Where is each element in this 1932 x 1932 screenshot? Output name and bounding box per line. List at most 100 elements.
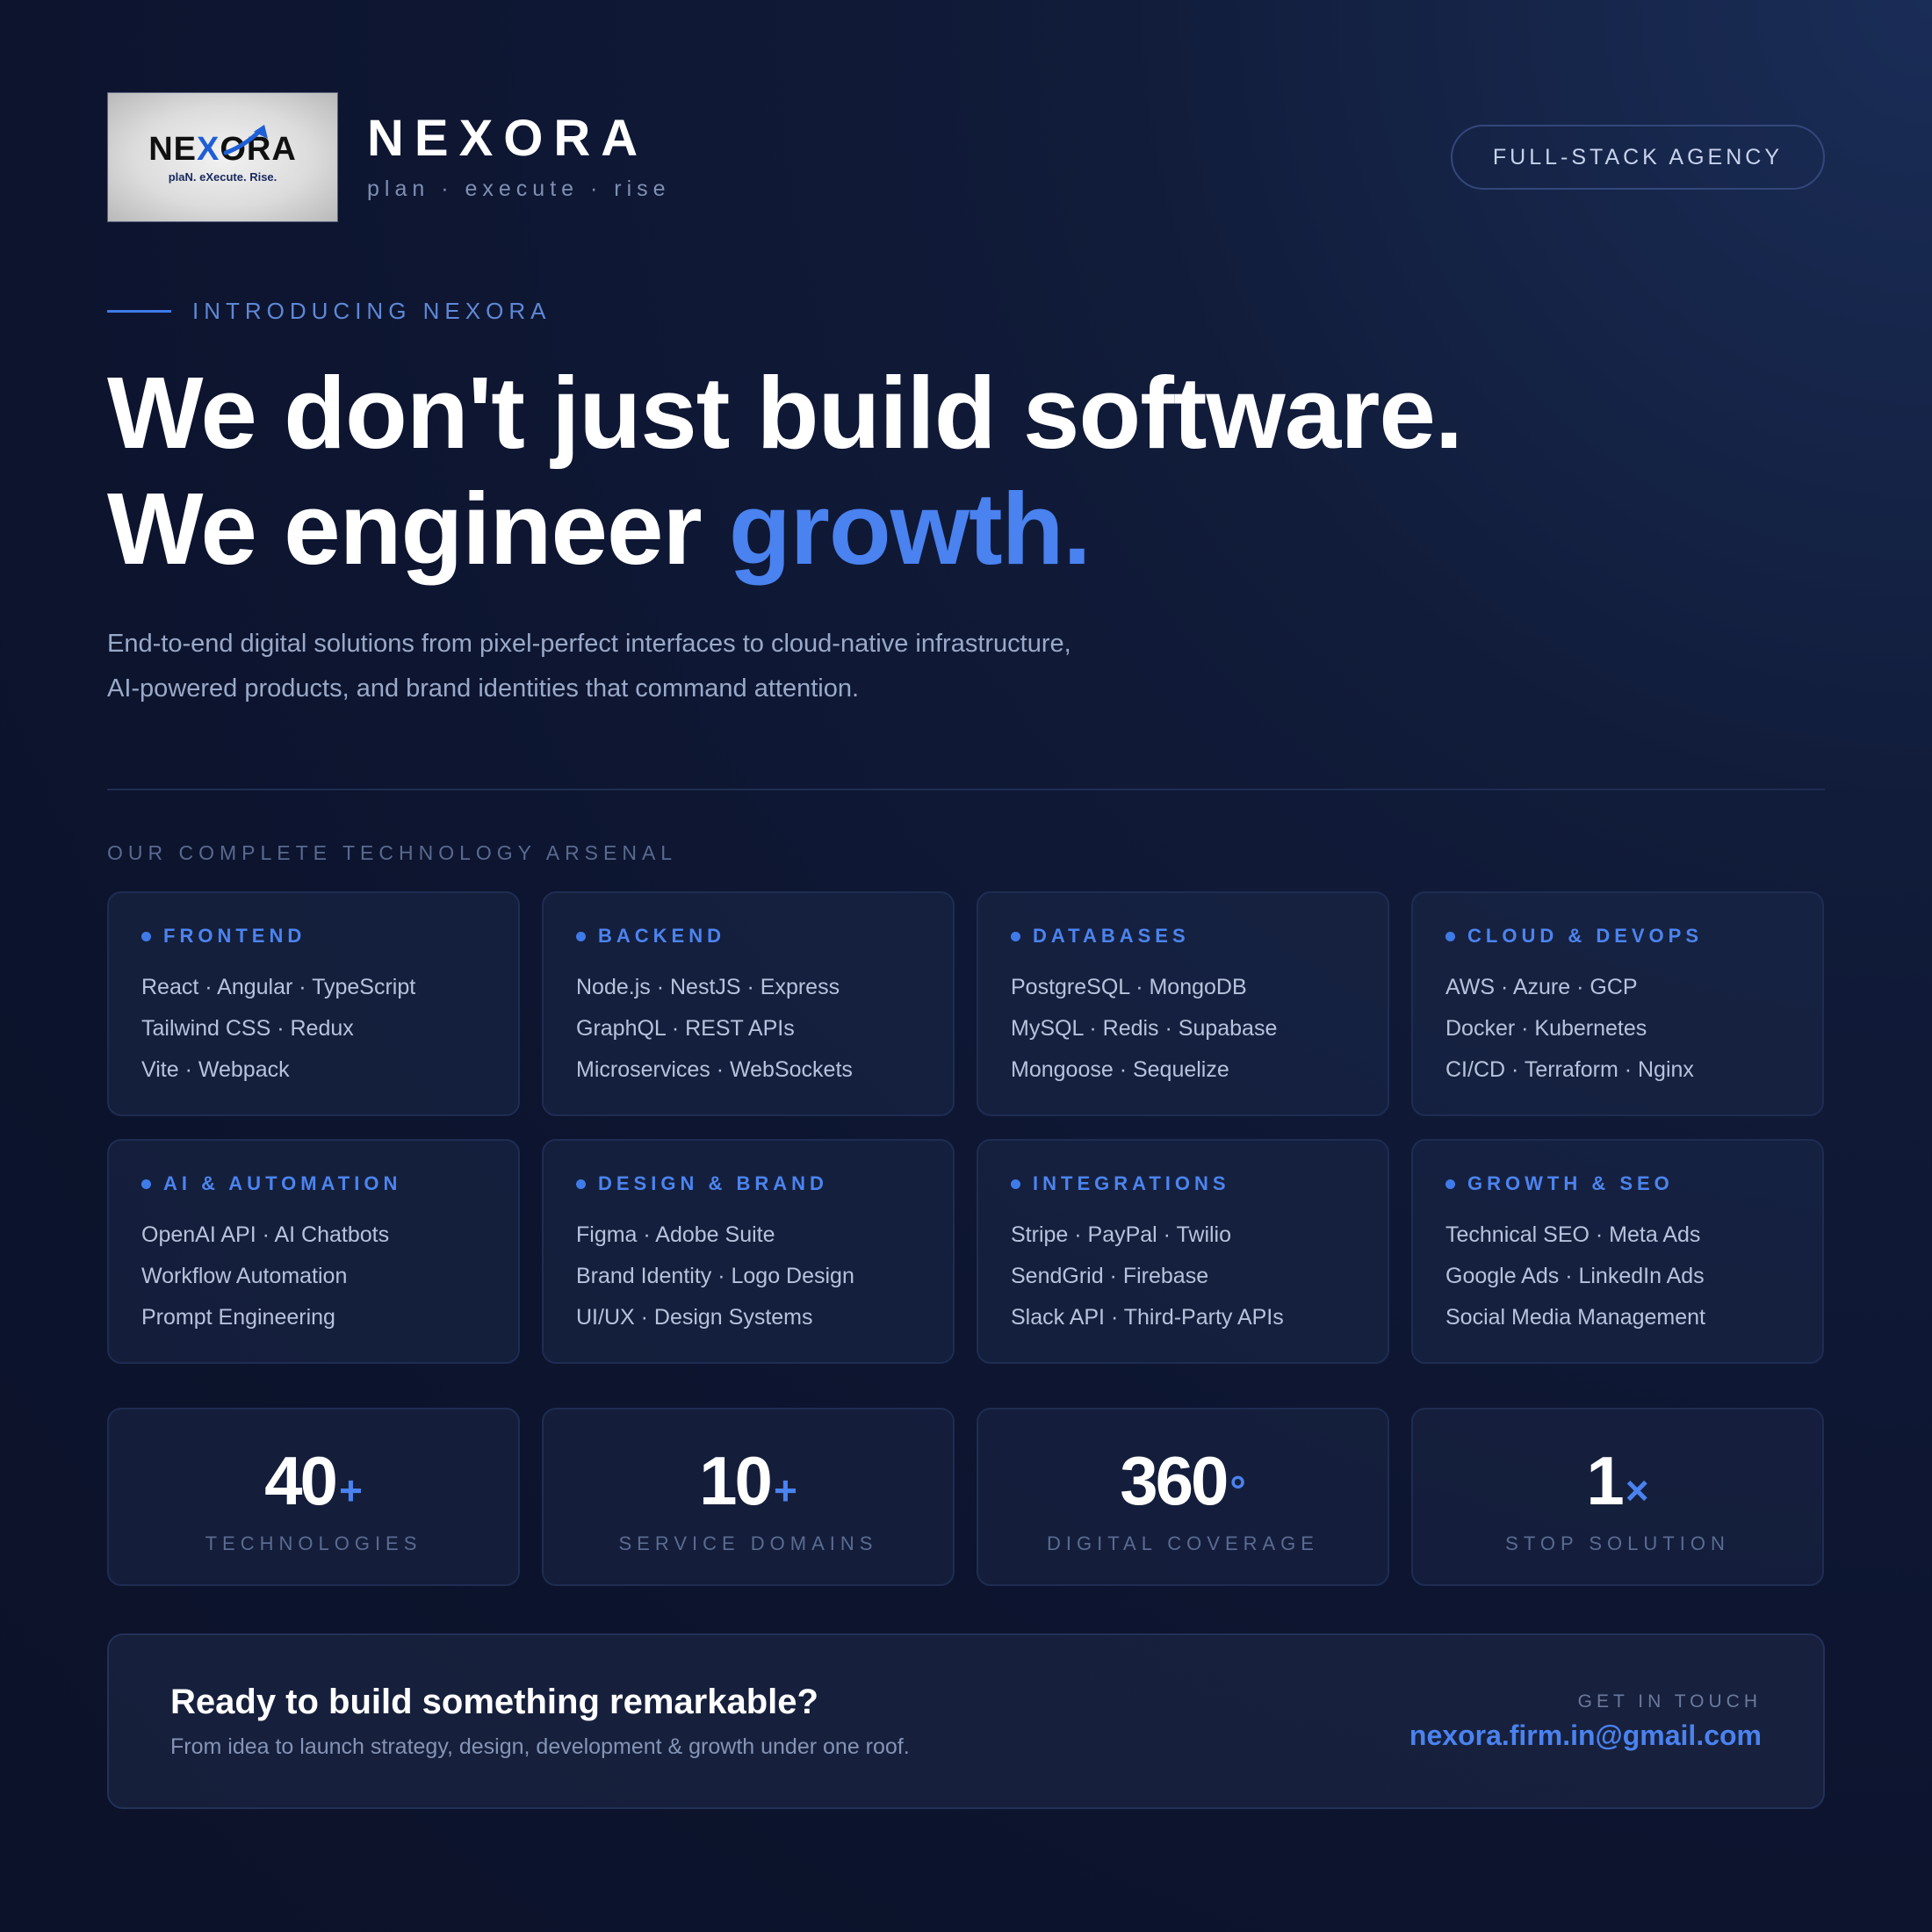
card-lines: Stripe · PayPal · Twilio SendGrid · Fire… <box>1011 1215 1388 1338</box>
stat-label: TECHNOLOGIES <box>205 1532 422 1554</box>
stat-value: 360 ° <box>1120 1442 1246 1519</box>
card-line: Google Ads · LinkedIn Ads <box>1445 1264 1705 1288</box>
stat-digital-coverage: 360 ° DIGITAL COVERAGE <box>977 1408 1389 1586</box>
card-line: PostgreSQL · MongoDB <box>1011 975 1247 999</box>
card-title: INTEGRATIONS <box>1011 1172 1388 1195</box>
logo[interactable]: NEXORA plaN. eXecute. Rise. <box>107 92 338 222</box>
card-line: Vite · Webpack <box>141 1057 290 1082</box>
cta-banner: Ready to build something remarkable? Fro… <box>107 1633 1825 1809</box>
tech-card-backend[interactable]: BACKEND Node.js · NestJS · Express Graph… <box>542 891 955 1116</box>
card-line: Docker · Kubernetes <box>1445 1016 1647 1041</box>
headline-line-1: We don't just build software. <box>107 356 1463 470</box>
card-title: DESIGN & BRAND <box>576 1172 953 1195</box>
card-line: Tailwind CSS · Redux <box>141 1016 354 1041</box>
tech-card-cloud-devops[interactable]: CLOUD & DEVOPS AWS · Azure · GCP Docker … <box>1411 891 1824 1116</box>
stat-label: SERVICE DOMAINS <box>618 1532 878 1554</box>
card-line: Slack API · Third-Party APIs <box>1011 1305 1284 1330</box>
cta-subtitle: From idea to launch strategy, design, de… <box>170 1734 910 1759</box>
logo-tagline: plaN. eXecute. Rise. <box>168 170 278 184</box>
card-line: Brand Identity · Logo Design <box>576 1264 854 1288</box>
tech-card-growth-seo[interactable]: GROWTH & SEO Technical SEO · Meta Ads Go… <box>1411 1139 1824 1364</box>
card-line: Node.js · NestJS · Express <box>576 975 840 999</box>
dot-icon <box>141 1179 151 1189</box>
stat-suffix: + <box>773 1467 797 1513</box>
card-line: UI/UX · Design Systems <box>576 1305 813 1330</box>
tech-grid: FRONTEND React · Angular · TypeScript Ta… <box>107 891 1825 1364</box>
dot-icon <box>1011 931 1020 941</box>
dot-icon <box>1011 1179 1020 1189</box>
card-lines: Technical SEO · Meta Ads Google Ads · Li… <box>1445 1215 1822 1338</box>
cta-title: Ready to build something remarkable? <box>170 1683 818 1721</box>
card-line: MySQL · Redis · Supabase <box>1011 1016 1278 1041</box>
stat-label: STOP SOLUTION <box>1505 1532 1730 1554</box>
cta-text: Ready to build something remarkable? Fro… <box>170 1683 910 1760</box>
header: NEXORA plaN. eXecute. Rise. NEXORA plan … <box>107 92 1825 222</box>
card-title: FRONTEND <box>141 925 518 948</box>
stats-row: 40 + TECHNOLOGIES 10 + SERVICE DOMAINS 360… <box>107 1408 1825 1586</box>
card-line: Figma · Adobe Suite <box>576 1222 775 1247</box>
headline-line-2: We engineer growth. <box>107 472 1092 586</box>
card-line: Social Media Management <box>1445 1305 1705 1330</box>
brand[interactable]: NEXORA plaN. eXecute. Rise. NEXORA plan … <box>107 92 671 222</box>
card-lines: React · Angular · TypeScript Tailwind CS… <box>141 967 518 1091</box>
cta-contact: GET IN TOUCH nexora.firm.in@gmail.com <box>1409 1691 1762 1752</box>
stat-label: DIGITAL COVERAGE <box>1047 1532 1319 1554</box>
arrow-up-right-icon <box>223 125 268 155</box>
card-line: AWS · Azure · GCP <box>1445 975 1638 999</box>
divider <box>107 789 1825 790</box>
eyebrow-text: INTRODUCING NEXORA <box>192 298 551 324</box>
tech-card-integrations[interactable]: INTEGRATIONS Stripe · PayPal · Twilio Se… <box>977 1139 1389 1364</box>
card-line: Microservices · WebSockets <box>576 1057 853 1082</box>
stat-stop-solution: 1 × STOP SOLUTION <box>1411 1408 1824 1586</box>
card-line: React · Angular · TypeScript <box>141 975 416 999</box>
card-line: Stripe · PayPal · Twilio <box>1011 1222 1232 1247</box>
card-title: AI & AUTOMATION <box>141 1172 518 1195</box>
card-line: GraphQL · REST APIs <box>576 1016 795 1041</box>
card-title: DATABASES <box>1011 925 1388 948</box>
dot-icon <box>1445 931 1455 941</box>
card-line: Prompt Engineering <box>141 1305 335 1330</box>
dot-icon <box>576 1179 586 1189</box>
dot-icon <box>1445 1179 1455 1189</box>
tech-card-databases[interactable]: DATABASES PostgreSQL · MongoDB MySQL · R… <box>977 891 1389 1116</box>
card-line: Mongoose · Sequelize <box>1011 1057 1229 1082</box>
stat-value: 40 + <box>264 1442 363 1519</box>
stat-suffix: × <box>1625 1467 1649 1513</box>
card-lines: AWS · Azure · GCP Docker · Kubernetes CI… <box>1445 967 1822 1091</box>
card-title: BACKEND <box>576 925 953 948</box>
brand-text: NEXORA plan · execute · rise <box>367 109 671 202</box>
headline-accent: growth. <box>728 472 1092 586</box>
card-title: GROWTH & SEO <box>1445 1172 1822 1195</box>
tech-card-ai-automation[interactable]: AI & AUTOMATION OpenAI API · AI Chatbots… <box>107 1139 520 1364</box>
stat-suffix: ° <box>1229 1467 1246 1513</box>
page: NEXORA plaN. eXecute. Rise. NEXORA plan … <box>107 92 1825 1809</box>
card-line: CI/CD · Terraform · Nginx <box>1445 1057 1694 1082</box>
arsenal-label: OUR COMPLETE TECHNOLOGY ARSENAL <box>107 841 678 864</box>
card-line: Workflow Automation <box>141 1264 348 1288</box>
contact-label: GET IN TOUCH <box>1577 1690 1762 1712</box>
card-lines: Node.js · NestJS · Express GraphQL · RES… <box>576 967 953 1091</box>
contact-email-link[interactable]: nexora.firm.in@gmail.com <box>1409 1719 1762 1752</box>
stat-technologies: 40 + TECHNOLOGIES <box>107 1408 520 1586</box>
card-lines: OpenAI API · AI Chatbots Workflow Automa… <box>141 1215 518 1338</box>
hero-subtext: End-to-end digital solutions from pixel-… <box>107 630 1071 703</box>
brand-name: NEXORA <box>367 109 649 167</box>
hero-headline: We don't just build software. We enginee… <box>107 355 1825 587</box>
card-lines: Figma · Adobe Suite Brand Identity · Log… <box>576 1215 953 1338</box>
tech-card-design-brand[interactable]: DESIGN & BRAND Figma · Adobe Suite Brand… <box>542 1139 955 1364</box>
dot-icon <box>141 931 151 941</box>
brand-tagline: plan · execute · rise <box>367 176 671 201</box>
stat-value: 10 + <box>699 1442 797 1519</box>
eyebrow: INTRODUCING NEXORA <box>107 298 1825 325</box>
stat-suffix: + <box>338 1467 363 1513</box>
stat-value: 1 × <box>1586 1442 1649 1519</box>
card-line: SendGrid · Firebase <box>1011 1264 1209 1288</box>
dot-icon <box>576 931 586 941</box>
card-lines: PostgreSQL · MongoDB MySQL · Redis · Sup… <box>1011 967 1388 1091</box>
card-title: CLOUD & DEVOPS <box>1445 925 1822 948</box>
agency-badge[interactable]: FULL-STACK AGENCY <box>1450 125 1825 190</box>
card-line: Technical SEO · Meta Ads <box>1445 1222 1701 1247</box>
card-line: OpenAI API · AI Chatbots <box>141 1222 390 1247</box>
tech-card-frontend[interactable]: FRONTEND React · Angular · TypeScript Ta… <box>107 891 520 1116</box>
stat-service-domains: 10 + SERVICE DOMAINS <box>542 1408 955 1586</box>
